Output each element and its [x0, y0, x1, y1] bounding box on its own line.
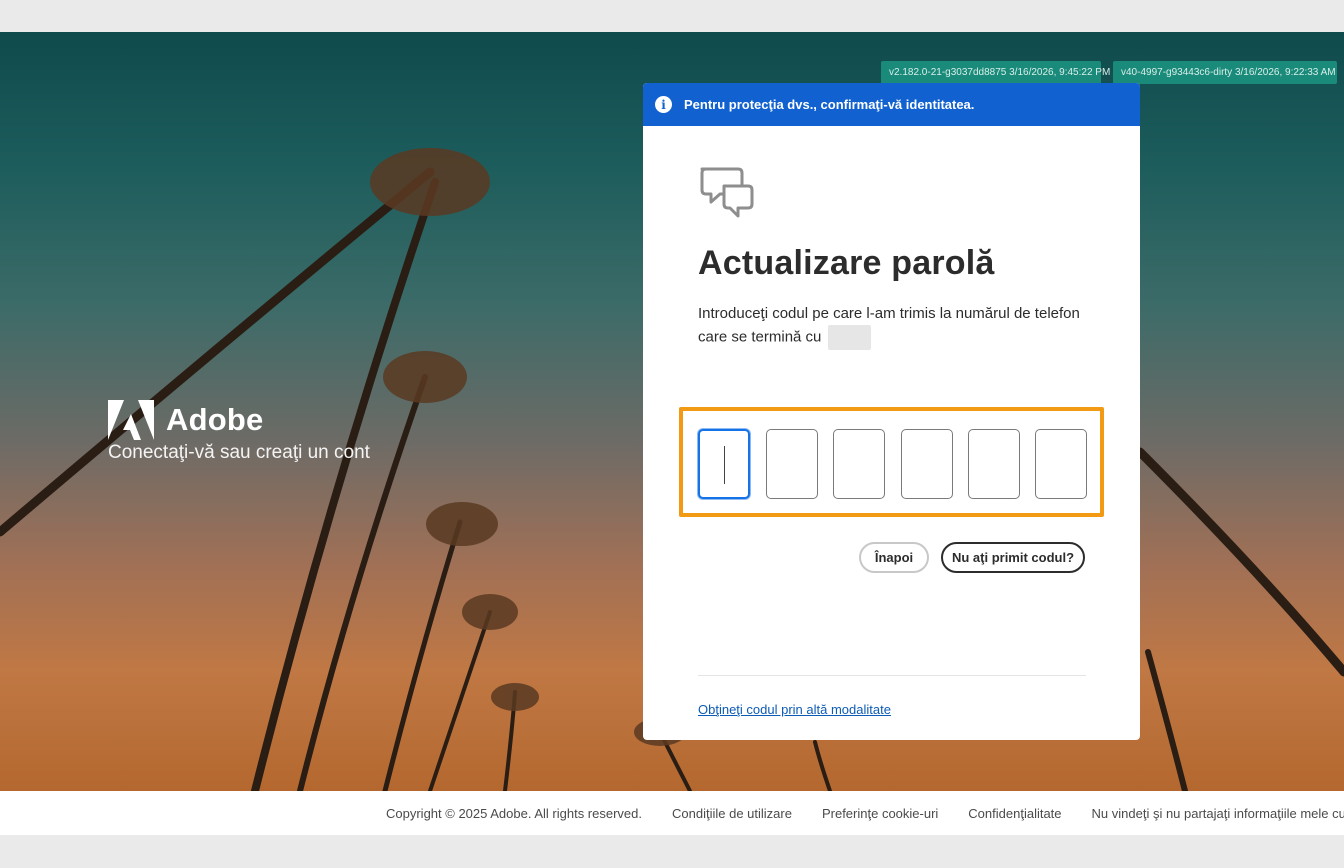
page-footer: Copyright © 2025 Adobe. All rights reser…: [0, 791, 1344, 835]
version-badge-frontend: v2.182.0-21-g3037dd8875 3/16/2026, 9:45:…: [881, 61, 1110, 84]
brand-name: Adobe: [166, 402, 264, 437]
terms-link[interactable]: Condiţiile de utilizare: [672, 806, 792, 821]
back-button[interactable]: Înapoi: [859, 542, 929, 573]
top-bar: [0, 0, 1344, 32]
identity-banner: i Pentru protecţia dvs., confirmaţi-vă i…: [643, 83, 1140, 126]
do-not-sell-link[interactable]: Nu vindeţi şi nu partajaţi informaţiile …: [1092, 806, 1344, 821]
masked-phone-digits: [827, 325, 871, 350]
otp-highlight-frame: [679, 407, 1104, 517]
otp-digit-3[interactable]: [833, 429, 885, 499]
adobe-logo-icon: [108, 400, 154, 440]
resend-code-button[interactable]: Nu aţi primit codul?: [941, 542, 1085, 573]
version-badge-backend: v40-4997-g93443c6-dirty 3/16/2026, 9:22:…: [1113, 61, 1337, 84]
brand-block: Adobe Conectaţi-vă sau creaţi un cont: [108, 400, 370, 464]
banner-text: Pentru protecţia dvs., confirmaţi-vă ide…: [684, 97, 975, 112]
otp-digit-1[interactable]: [698, 429, 750, 499]
verification-card: i Pentru protecţia dvs., confirmaţi-vă i…: [643, 83, 1140, 740]
text-caret: [724, 446, 725, 484]
bottom-bar: [0, 835, 1344, 868]
cookie-preferences-link[interactable]: Preferinţe cookie-uri: [822, 806, 938, 821]
chat-bubbles-icon: [700, 167, 754, 218]
otp-digit-6[interactable]: [1035, 429, 1087, 499]
otp-digit-5[interactable]: [968, 429, 1020, 499]
instructions-text: Introduceţi codul pe care l-am trimis la…: [698, 302, 1088, 350]
alternate-method-link[interactable]: Obţineţi codul prin altă modalitate: [698, 702, 891, 717]
instructions-label: Introduceţi codul pe care l-am trimis la…: [698, 305, 1080, 346]
brand-tagline: Conectaţi-vă sau creaţi un cont: [108, 442, 370, 463]
otp-digit-2[interactable]: [766, 429, 818, 499]
otp-digit-4[interactable]: [901, 429, 953, 499]
page-title: Actualizare parolă: [698, 244, 995, 282]
card-divider: [698, 675, 1086, 676]
privacy-link[interactable]: Confidenţialitate: [968, 806, 1061, 821]
info-icon: i: [655, 96, 672, 113]
copyright-text: Copyright © 2025 Adobe. All rights reser…: [386, 805, 643, 821]
